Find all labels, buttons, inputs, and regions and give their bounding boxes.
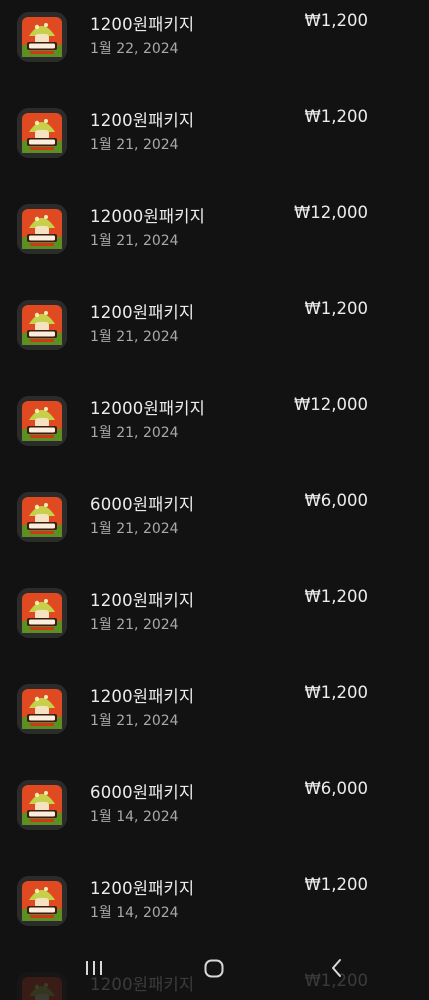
purchase-price: ₩1,200 (304, 107, 368, 126)
purchase-date: 1월 14, 2024 (90, 905, 179, 921)
purchase-title: 1200원패키지 (90, 111, 195, 130)
purchase-price: ₩1,200 (304, 683, 368, 702)
back-button[interactable] (307, 956, 367, 996)
back-icon (307, 956, 367, 980)
home-button[interactable] (184, 956, 244, 996)
purchase-row[interactable]: 1200원패키지 1월 22, 2024 ₩1,200 (0, 0, 429, 86)
home-icon (184, 956, 244, 980)
purchase-price: ₩6,000 (304, 779, 368, 798)
recent-apps-button[interactable] (64, 956, 124, 996)
game-app-icon (17, 588, 67, 638)
game-app-icon (17, 684, 67, 734)
purchase-row[interactable]: 12000원패키지 1월 21, 2024 ₩12,000 (0, 374, 429, 470)
purchase-price: ₩1,200 (304, 299, 368, 318)
purchase-row[interactable]: 1200원패키지 1월 14, 2024 ₩1,200 (0, 854, 429, 950)
game-app-icon (17, 780, 67, 830)
purchase-date: 1월 21, 2024 (90, 233, 179, 249)
game-app-icon (17, 204, 67, 254)
purchase-price: ₩1,200 (304, 875, 368, 894)
system-navigation-bar (0, 948, 429, 1000)
game-app-icon (17, 300, 67, 350)
purchase-price: ₩12,000 (293, 203, 368, 222)
purchase-title: 1200원패키지 (90, 303, 195, 322)
purchase-row[interactable]: 12000원패키지 1월 21, 2024 ₩12,000 (0, 182, 429, 278)
purchase-price: ₩6,000 (304, 491, 368, 510)
purchase-row[interactable]: 1200원패키지 1월 21, 2024 ₩1,200 (0, 662, 429, 758)
purchase-date: 1월 21, 2024 (90, 425, 179, 441)
game-app-icon (17, 108, 67, 158)
purchase-title: 12000원패키지 (90, 207, 206, 226)
game-app-icon (17, 876, 67, 926)
purchase-title: 6000원패키지 (90, 495, 195, 514)
game-app-icon (17, 396, 67, 446)
purchase-date: 1월 21, 2024 (90, 521, 179, 537)
purchase-date: 1월 21, 2024 (90, 617, 179, 633)
purchase-price: ₩1,200 (304, 11, 368, 30)
game-app-icon (17, 12, 67, 62)
purchase-price: ₩1,200 (304, 587, 368, 606)
purchase-row[interactable]: 1200원패키지 1월 21, 2024 ₩1,200 (0, 278, 429, 374)
purchase-date: 1월 21, 2024 (90, 713, 179, 729)
purchase-price: ₩12,000 (293, 395, 368, 414)
purchase-date: 1월 22, 2024 (90, 41, 179, 57)
purchase-history-screen: 1200원패키지 1월 22, 2024 ₩1,200 1200원패키지 1월 21, … (0, 0, 429, 1000)
purchase-title: 1200원패키지 (90, 687, 195, 706)
purchase-row[interactable]: 6000원패키지 1월 21, 2024 ₩6,000 (0, 470, 429, 566)
purchase-title: 6000원패키지 (90, 783, 195, 802)
purchase-title: 12000원패키지 (90, 399, 206, 418)
purchase-title: 1200원패키지 (90, 591, 195, 610)
purchase-row[interactable]: 1200원패키지 1월 21, 2024 ₩1,200 (0, 86, 429, 182)
game-app-icon (17, 492, 67, 542)
purchase-row[interactable]: 1200원패키지 1월 21, 2024 ₩1,200 (0, 566, 429, 662)
recent-apps-icon (64, 956, 124, 980)
purchase-title: 1200원패키지 (90, 879, 195, 898)
purchase-date: 1월 21, 2024 (90, 137, 179, 153)
purchase-date: 1월 14, 2024 (90, 809, 179, 825)
purchase-row[interactable]: 6000원패키지 1월 14, 2024 ₩6,000 (0, 758, 429, 854)
purchase-date: 1월 21, 2024 (90, 329, 179, 345)
purchase-title: 1200원패키지 (90, 15, 195, 34)
